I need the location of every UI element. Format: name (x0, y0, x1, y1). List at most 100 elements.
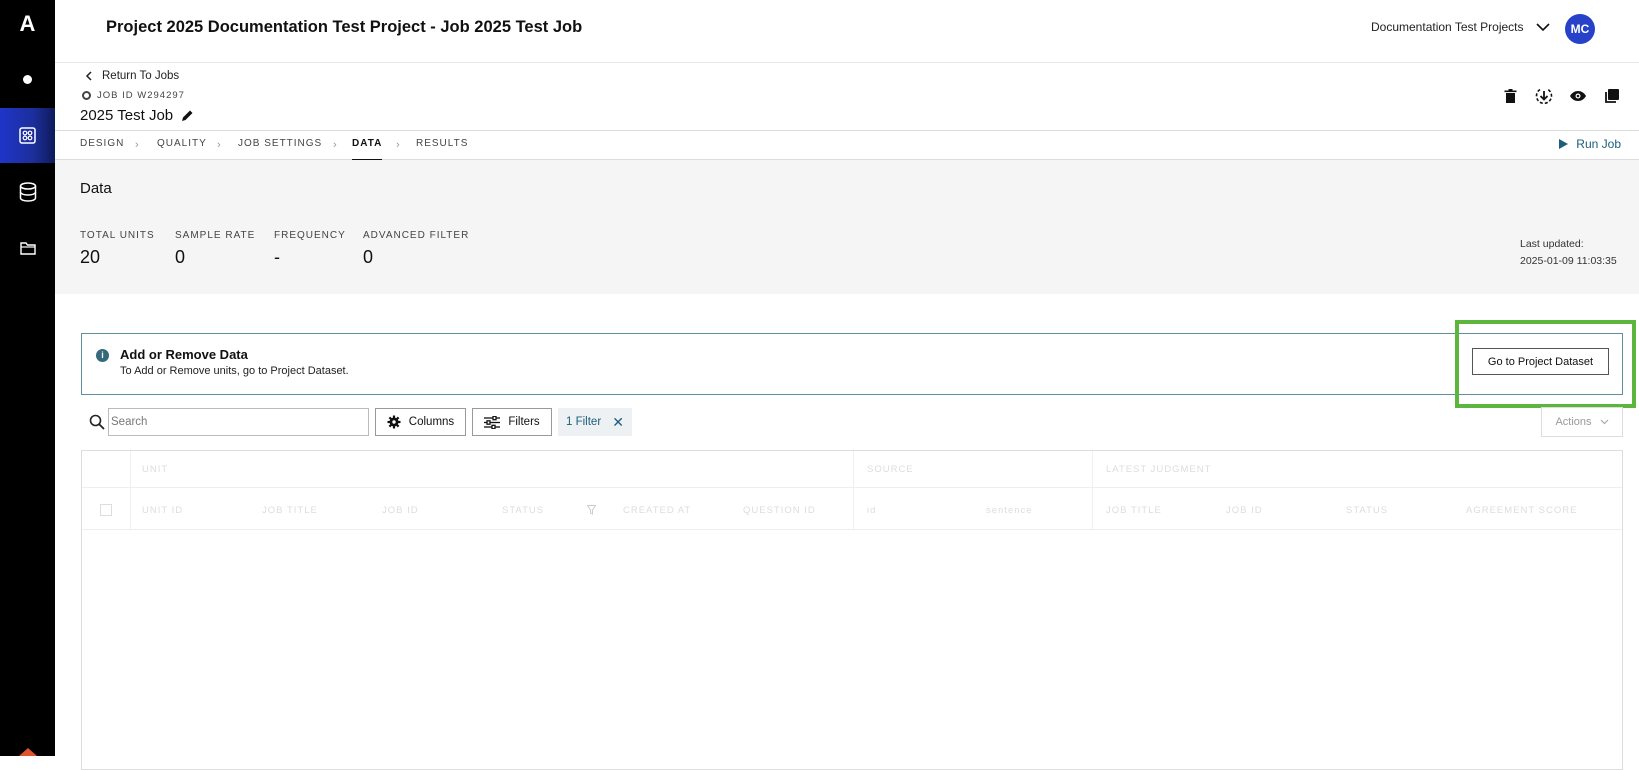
last-updated-label: Last updated: (1520, 238, 1584, 250)
filter-funnel-icon[interactable] (587, 505, 596, 515)
sidebar-item-datasets[interactable] (0, 164, 55, 219)
job-actions (1501, 87, 1639, 105)
tab-data[interactable]: DATA (352, 138, 383, 161)
stat-total-units: TOTAL UNITS 20 (80, 230, 155, 268)
col-agreement-score[interactable]: AGREEMENT SCORE (1466, 505, 1577, 516)
col-sentence[interactable]: sentence (986, 505, 1033, 516)
gear-icon (387, 415, 401, 429)
sidebar-item-home[interactable] (0, 52, 55, 107)
download-button[interactable] (1535, 87, 1553, 105)
brand-mark-icon (19, 748, 37, 756)
table-group-header: UNIT SOURCE LATEST JUDGMENT (82, 451, 1622, 488)
col-created-at[interactable]: CREATED AT (623, 505, 691, 516)
edit-pencil-icon[interactable] (181, 109, 194, 122)
database-icon (19, 181, 36, 202)
col-question-id[interactable]: QUESTION ID (743, 505, 816, 516)
section-title: Data (80, 180, 112, 197)
col-judgment-status[interactable]: STATUS (1346, 505, 1388, 516)
select-all-checkbox[interactable] (100, 504, 112, 516)
stat-label: SAMPLE RATE (175, 230, 256, 241)
col-status[interactable]: STATUS (502, 505, 544, 516)
actions-label: Actions (1555, 416, 1592, 428)
actions-dropdown[interactable]: Actions (1541, 407, 1623, 437)
tab-job-settings[interactable]: JOB SETTINGS (238, 138, 322, 149)
job-tabs: DESIGN › QUALITY › JOB SETTINGS › DATA ›… (55, 130, 1639, 161)
go-to-project-dataset-button[interactable]: Go to Project Dataset (1472, 348, 1609, 375)
chevron-right-icon: › (135, 139, 139, 151)
trash-icon (1504, 88, 1516, 103)
app-logo[interactable]: A (0, 8, 55, 40)
last-updated-value: 2025-01-09 11:03:35 (1520, 255, 1617, 267)
chevron-left-icon (85, 71, 92, 81)
search-input[interactable] (108, 408, 369, 436)
eye-icon (1570, 91, 1586, 101)
filters-button[interactable]: Filters (472, 408, 552, 436)
chevron-down-icon (1600, 419, 1608, 425)
chevron-right-icon: › (217, 139, 221, 151)
run-job-label: Run Job (1576, 137, 1621, 151)
close-icon[interactable]: ✕ (612, 414, 624, 431)
preview-button[interactable] (1569, 87, 1587, 105)
stat-sample-rate: SAMPLE RATE 0 (175, 230, 255, 268)
filters-label: Filters (508, 416, 540, 428)
chevron-down-icon (1535, 22, 1550, 31)
last-updated: Last updated: 2025-01-09 11:03:35 (1520, 236, 1617, 270)
units-table: UNIT SOURCE LATEST JUDGMENT UNIT ID JOB … (81, 450, 1623, 770)
stat-label: ADVANCED FILTER (363, 230, 470, 241)
sidebar-item-folders[interactable] (0, 220, 55, 275)
info-icon: i (96, 349, 109, 362)
stat-frequency: FREQUENCY - (274, 230, 346, 268)
col-unit-id[interactable]: UNIT ID (142, 505, 183, 516)
stat-advanced-filter: ADVANCED FILTER 0 (363, 230, 469, 268)
filter-chip-label: 1 Filter (566, 416, 602, 428)
columns-button[interactable]: Columns (375, 408, 466, 436)
top-bar: Project 2025 Documentation Test Project … (55, 0, 1639, 63)
download-circle-icon (1535, 88, 1553, 105)
col-judgment-job-title[interactable]: JOB TITLE (1106, 505, 1162, 516)
page-title: Project 2025 Documentation Test Project … (106, 18, 583, 36)
sidebar-item-jobs[interactable] (0, 108, 55, 163)
job-header: Return To Jobs JOB ID W294297 2025 Test … (55, 63, 1639, 129)
search-icon (89, 414, 105, 430)
project-selector[interactable]: Documentation Test Projects (1371, 20, 1550, 34)
group-latest-judgment: LATEST JUDGMENT (1106, 464, 1212, 475)
copy-button[interactable] (1603, 87, 1621, 105)
play-icon (1559, 139, 1569, 149)
col-judgment-job-id[interactable]: JOB ID (1226, 505, 1263, 516)
search-box (81, 407, 369, 437)
job-id: JOB ID W294297 (82, 90, 185, 101)
filter-chip[interactable]: 1 Filter ✕ (558, 408, 632, 436)
stat-value: 0 (175, 247, 186, 267)
col-source-id[interactable]: id (867, 505, 876, 516)
col-job-title[interactable]: JOB TITLE (262, 505, 318, 516)
col-job-id[interactable]: JOB ID (382, 505, 419, 516)
chevron-right-icon: › (396, 139, 400, 151)
status-circle-icon (82, 91, 91, 100)
columns-label: Columns (408, 416, 455, 428)
stat-value: 0 (363, 247, 374, 267)
run-job-button[interactable]: Run Job (1559, 137, 1621, 151)
tab-results[interactable]: RESULTS (416, 138, 468, 149)
return-to-jobs-link[interactable]: Return To Jobs (85, 70, 179, 82)
data-summary: Data TOTAL UNITS 20 SAMPLE RATE 0 FREQUE… (55, 160, 1639, 294)
job-name: 2025 Test Job (80, 107, 194, 124)
sidebar: A (0, 0, 55, 756)
tab-quality[interactable]: QUALITY (157, 138, 207, 149)
job-name-text: 2025 Test Job (80, 107, 174, 124)
folder-icon (19, 241, 36, 255)
stat-label: FREQUENCY (274, 230, 346, 241)
copy-icon (1605, 89, 1619, 103)
group-source: SOURCE (867, 464, 914, 475)
stat-label: TOTAL UNITS (80, 230, 155, 241)
stat-value: 20 (80, 247, 101, 267)
chevron-right-icon: › (333, 139, 337, 151)
avatar[interactable]: MC (1565, 14, 1595, 44)
tab-design[interactable]: DESIGN (80, 138, 124, 149)
group-unit: UNIT (142, 464, 169, 475)
delete-button[interactable] (1501, 87, 1519, 105)
table-toolbar: Columns Filters 1 Filter ✕ Actions (81, 407, 1623, 437)
dot-icon (23, 75, 32, 84)
add-remove-data-notice: i Add or Remove Data To Add or Remove un… (81, 333, 1623, 395)
job-id-label: JOB ID W294297 (97, 90, 185, 101)
jobs-grid-icon (19, 127, 36, 144)
